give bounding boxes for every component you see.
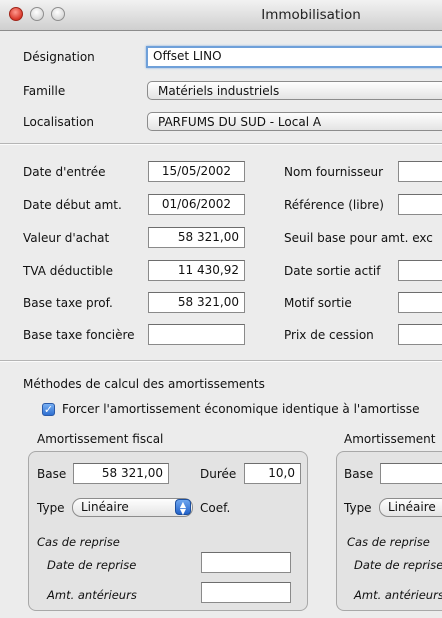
economique-reprise-title: Cas de reprise	[347, 535, 430, 549]
fiscal-type-value: Linéaire	[81, 500, 129, 514]
fiscal-group-title: Amortissement fiscal	[37, 432, 164, 446]
fiscal-base-input[interactable]: 58 321,00	[73, 463, 169, 484]
economique-base-input[interactable]	[380, 463, 442, 484]
base-taxe-prof-label: Base taxe prof.	[23, 296, 113, 310]
seuil-base-label: Seuil base pour amt. exc	[284, 231, 433, 245]
prix-cession-label: Prix de cession	[284, 328, 374, 342]
fiscal-amt-anterieurs-input[interactable]	[201, 582, 291, 603]
economique-group-title: Amortissement	[344, 432, 436, 446]
fiscal-date-reprise-label: Date de reprise	[47, 558, 137, 572]
forcer-amortissement-label: Forcer l'amortissement économique identi…	[62, 402, 420, 416]
economique-type-label: Type	[344, 501, 372, 515]
valeur-achat-input[interactable]: 58 321,00	[148, 227, 245, 248]
reference-label: Référence (libre)	[284, 198, 384, 212]
fiscal-coef-label: Coef.	[200, 501, 231, 515]
separator-middle	[0, 360, 442, 362]
date-debut-amt-input[interactable]: 01/06/2002	[148, 194, 245, 215]
motif-sortie-input[interactable]	[398, 292, 442, 313]
window-title: Immobilisation	[261, 7, 361, 23]
base-taxe-fonciere-label: Base taxe foncière	[23, 328, 135, 342]
date-sortie-actif-input[interactable]	[398, 260, 442, 281]
economique-date-reprise-label: Date de reprise	[354, 558, 442, 572]
fiscal-date-reprise-input[interactable]	[201, 552, 291, 573]
date-debut-amt-label: Date début amt.	[23, 198, 122, 212]
economique-amt-anterieurs-label: Amt. antérieurs	[354, 588, 442, 602]
tva-deductible-label: TVA déductible	[23, 264, 113, 278]
localisation-popup[interactable]: PARFUMS DU SUD - Local A	[147, 112, 442, 131]
fiscal-type-stepper-icon[interactable]: ▲ ▼	[175, 499, 191, 516]
base-taxe-prof-input[interactable]: 58 321,00	[148, 292, 245, 313]
reference-input[interactable]	[398, 194, 442, 215]
designation-input[interactable]: Offset LINO	[146, 46, 442, 68]
famille-popup[interactable]: Matériels industriels	[147, 81, 442, 100]
methods-title: Méthodes de calcul des amortissements	[23, 377, 265, 391]
date-entree-label: Date d'entrée	[23, 165, 106, 179]
forcer-amortissement-checkbox[interactable]: ✓	[42, 403, 55, 416]
fiscal-type-label: Type	[37, 501, 65, 515]
designation-label: Désignation	[23, 50, 95, 64]
base-taxe-fonciere-input[interactable]	[148, 324, 245, 345]
nom-fournisseur-label: Nom fournisseur	[284, 165, 384, 179]
nom-fournisseur-input[interactable]	[398, 161, 442, 182]
date-entree-input[interactable]: 15/05/2002	[148, 161, 245, 182]
date-sortie-actif-label: Date sortie actif	[284, 264, 381, 278]
tva-deductible-input[interactable]: 11 430,92	[148, 260, 245, 281]
fiscal-duree-input[interactable]: 10,0	[244, 463, 301, 484]
motif-sortie-label: Motif sortie	[284, 296, 352, 310]
prix-cession-input[interactable]	[398, 324, 442, 345]
window-titlebar: Immobilisation	[0, 0, 442, 31]
valeur-achat-label: Valeur d'achat	[23, 231, 110, 245]
fiscal-base-label: Base	[37, 467, 67, 481]
economique-type-popup[interactable]: Linéaire	[379, 498, 442, 517]
famille-label: Famille	[23, 84, 66, 98]
localisation-label: Localisation	[23, 115, 95, 129]
fiscal-amt-anterieurs-label: Amt. antérieurs	[47, 588, 137, 602]
separator-top	[0, 143, 442, 145]
fiscal-duree-label: Durée	[200, 467, 237, 481]
economique-base-label: Base	[344, 467, 374, 481]
economique-type-value: Linéaire	[388, 500, 436, 514]
fiscal-reprise-title: Cas de reprise	[37, 535, 120, 549]
